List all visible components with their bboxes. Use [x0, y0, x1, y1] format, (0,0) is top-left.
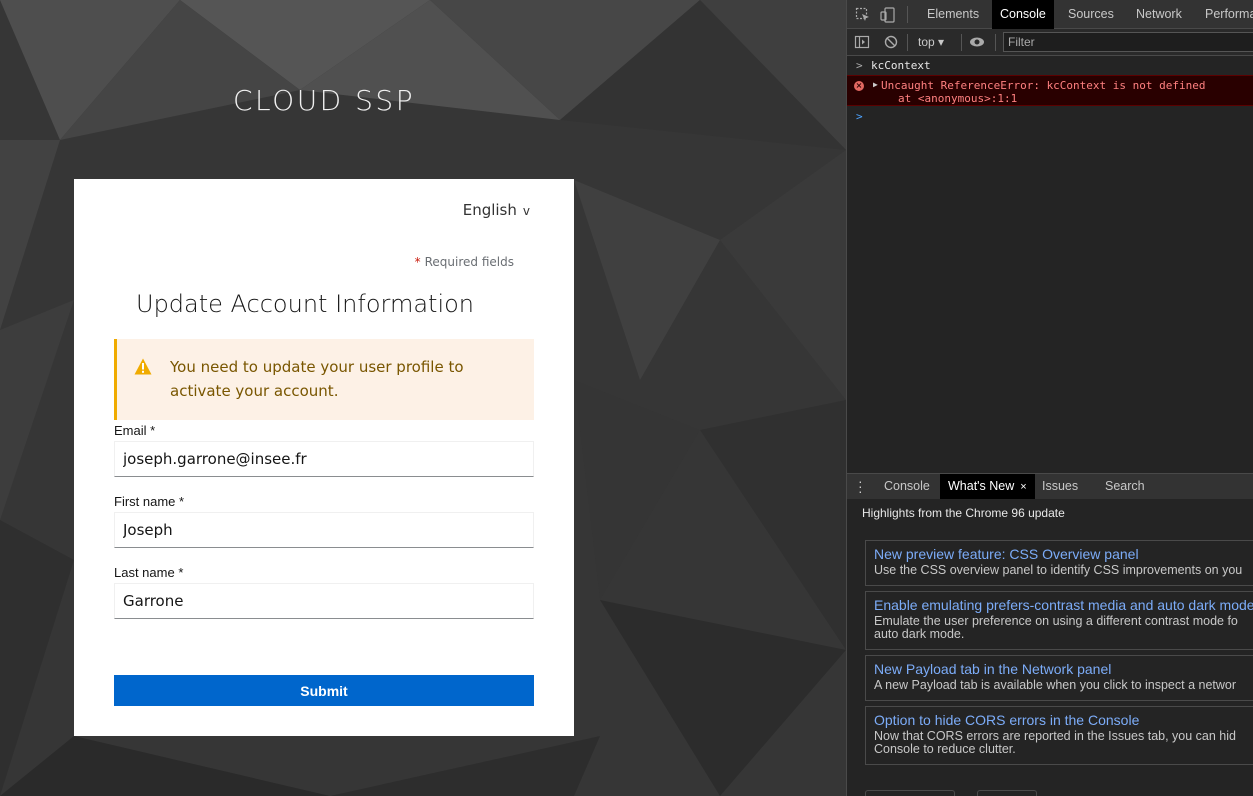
- drawer-tab-issues[interactable]: Issues: [1034, 474, 1086, 499]
- devtools-panel: Elements Console Sources Network Perform…: [846, 0, 1253, 796]
- language-label: English: [462, 201, 517, 219]
- login-card: English v * Required fields Update Account…: [74, 179, 574, 736]
- dropdown-arrow-icon: ▾: [938, 35, 945, 49]
- more-tabs-kebab-icon[interactable]: · · ·: [858, 474, 863, 498]
- language-selector[interactable]: English v: [463, 201, 530, 219]
- footer-button[interactable]: [865, 790, 955, 796]
- brand-title: CLOUD SSP: [233, 84, 416, 117]
- divider: [907, 6, 908, 23]
- error-message: Uncaught ReferenceError: kcContext is no…: [881, 79, 1206, 92]
- context-label: top: [918, 35, 935, 49]
- submit-button[interactable]: Submit: [114, 675, 534, 706]
- warning-alert: You need to update your user profile to …: [114, 339, 534, 420]
- clear-console-icon[interactable]: [883, 34, 899, 50]
- error-icon: ×: [854, 81, 864, 91]
- console-toolbar: top ▾: [847, 29, 1253, 56]
- console-input-line: > kcContext: [847, 57, 1253, 75]
- divider: [907, 34, 908, 51]
- drawer-tab-bar: · · · Console What's New × Issues Search: [847, 474, 1253, 499]
- sidebar-toggle-icon[interactable]: [854, 34, 870, 50]
- console-input-text: kcContext: [871, 59, 931, 72]
- console-filter-input[interactable]: [1003, 32, 1253, 52]
- prompt-chevron: >: [856, 110, 863, 123]
- email-field[interactable]: [114, 441, 534, 477]
- drawer-tab-console[interactable]: Console: [876, 474, 938, 499]
- news-item[interactable]: Option to hide CORS errors in the Consol…: [865, 706, 1253, 765]
- required-marker: *: [414, 255, 421, 269]
- chevron-down-icon: v: [522, 204, 530, 218]
- context-selector[interactable]: top ▾: [918, 35, 944, 49]
- divider: [961, 34, 962, 51]
- warning-triangle-icon: [134, 358, 152, 375]
- tab-network[interactable]: Network: [1128, 0, 1190, 29]
- news-item[interactable]: New preview feature: CSS Overview panel …: [865, 540, 1253, 586]
- tab-elements[interactable]: Elements: [919, 0, 987, 29]
- first-name-field[interactable]: [114, 512, 534, 548]
- news-desc-continued: auto dark mode.: [874, 627, 965, 641]
- console-error-line: × ▶ Uncaught ReferenceError: kcContext i…: [847, 75, 1253, 106]
- last-name-label: Last name *: [114, 565, 184, 580]
- news-desc-continued: Console to reduce clutter.: [874, 742, 1016, 756]
- news-item[interactable]: New Payload tab in the Network panel A n…: [865, 655, 1253, 701]
- tab-console[interactable]: Console: [992, 0, 1054, 29]
- news-title: Option to hide CORS errors in the Consol…: [874, 712, 1140, 728]
- tab-performance[interactable]: Performa: [1197, 0, 1253, 29]
- login-page: CLOUD SSP English v * Required fields Upda…: [0, 0, 846, 796]
- drawer-tab-whats-new-label: What's New: [948, 479, 1015, 493]
- news-item[interactable]: Enable emulating prefers-contrast media …: [865, 591, 1253, 650]
- required-fields-label: Required fields: [424, 255, 514, 269]
- devtools-tab-bar: Elements Console Sources Network Perform…: [847, 0, 1253, 29]
- alert-message: You need to update your user profile to …: [170, 358, 464, 400]
- tab-sources[interactable]: Sources: [1060, 0, 1122, 29]
- news-title: New Payload tab in the Network panel: [874, 661, 1112, 677]
- input-chevron: >: [856, 59, 863, 72]
- last-name-field[interactable]: [114, 583, 534, 619]
- first-name-label: First name *: [114, 494, 185, 509]
- news-desc: Use the CSS overview panel to identify C…: [874, 563, 1243, 577]
- footer-button[interactable]: [977, 790, 1037, 796]
- news-desc: A new Payload tab is available when you …: [874, 678, 1237, 692]
- console-prompt-line[interactable]: >: [847, 110, 1253, 126]
- page-title: Update Account Information: [136, 290, 475, 318]
- highlights-heading: Highlights from the Chrome 96 update: [862, 506, 1065, 520]
- news-title: Enable emulating prefers-contrast media …: [874, 597, 1253, 613]
- device-toolbar-icon[interactable]: [880, 7, 896, 23]
- email-label: Email *: [114, 423, 156, 438]
- inspect-element-icon[interactable]: [855, 7, 871, 23]
- expand-triangle-icon[interactable]: ▶: [873, 80, 878, 89]
- required-fields-note: * Required fields: [415, 255, 514, 269]
- error-location: at <anonymous>:1:1: [898, 92, 1018, 105]
- live-expression-eye-icon[interactable]: [969, 34, 985, 50]
- devtools-drawer: · · · Console What's New × Issues Search Hi…: [847, 473, 1253, 796]
- close-icon[interactable]: ×: [1020, 481, 1026, 493]
- divider: [995, 34, 996, 51]
- news-title: New preview feature: CSS Overview panel: [874, 546, 1139, 562]
- drawer-tab-search[interactable]: Search: [1097, 474, 1153, 499]
- drawer-tab-whats-new[interactable]: What's New ×: [940, 474, 1035, 499]
